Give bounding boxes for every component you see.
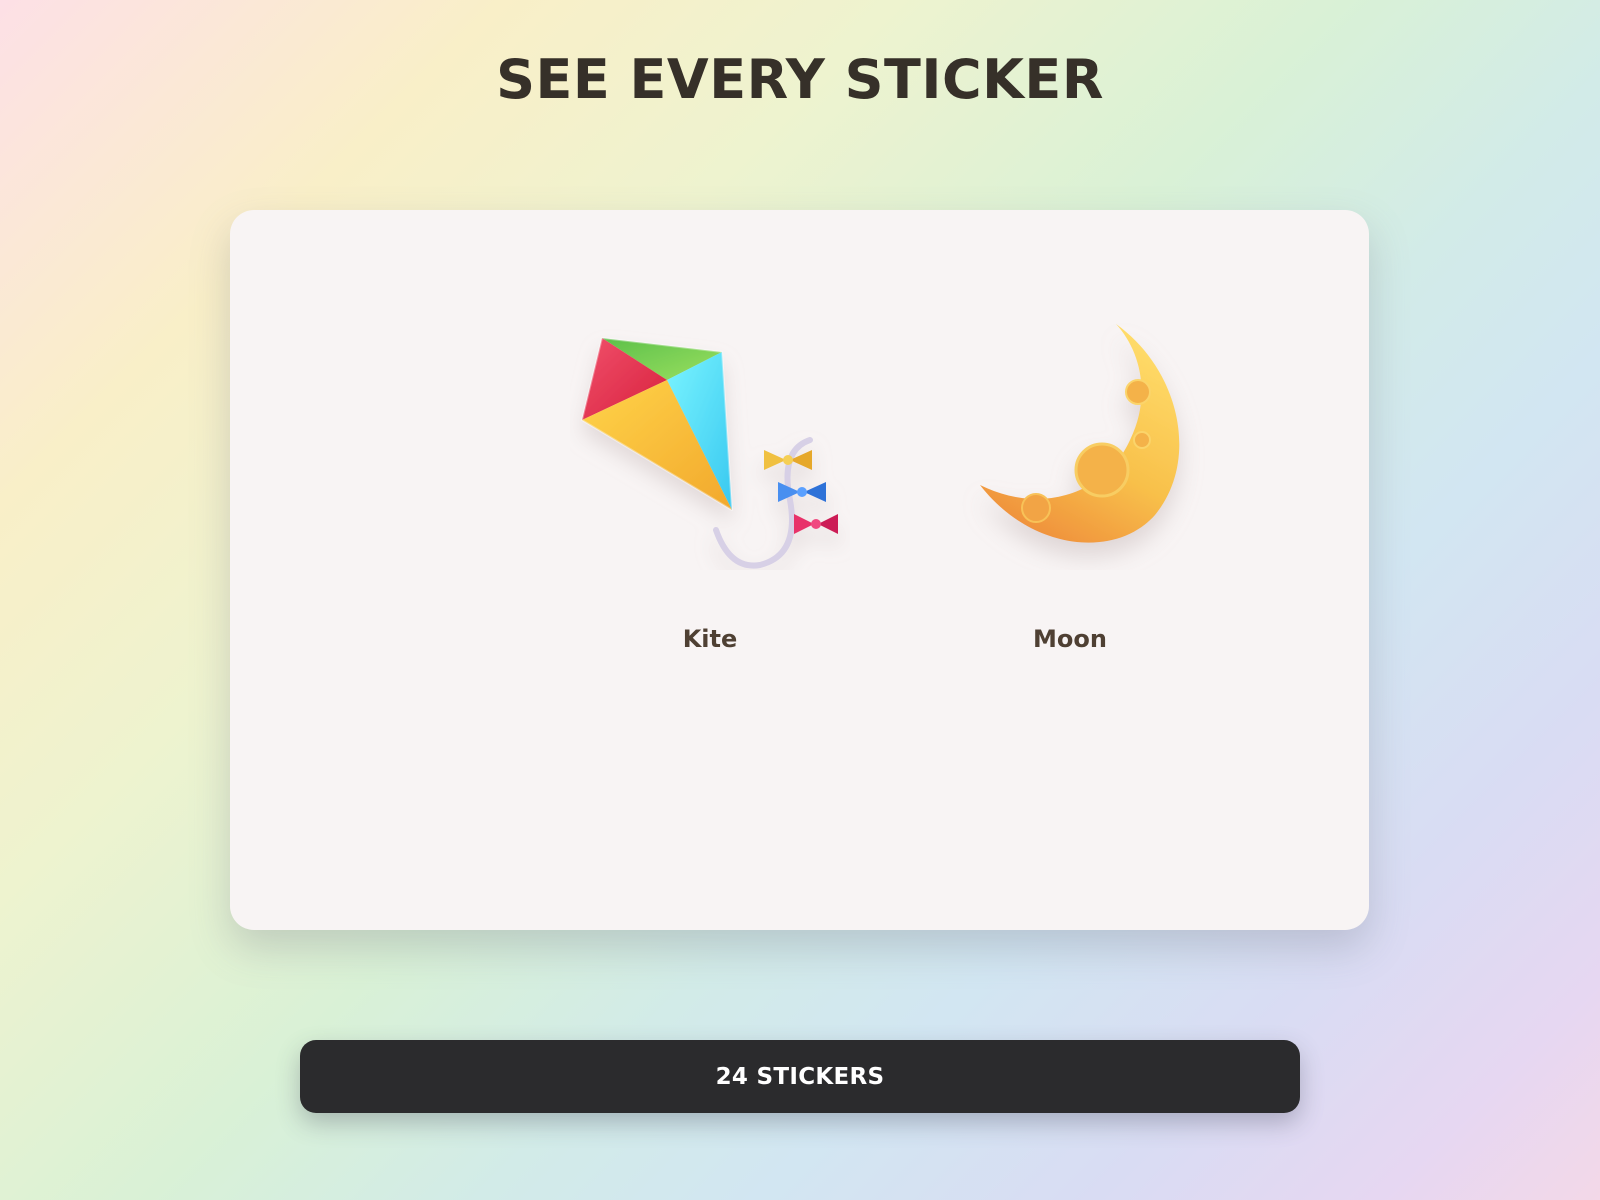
crescent-moon-icon	[980, 324, 1180, 543]
sticker-gallery-panel: Kite Moon	[230, 210, 1369, 930]
sticker-count-label: 24 STICKERS	[715, 1063, 885, 1090]
kite-icon	[581, 337, 838, 569]
sticker-label: Kite	[682, 625, 738, 653]
page-title: SEE EVERY STICKER	[496, 48, 1104, 111]
sticker-count-button[interactable]: 24 STICKERS	[300, 1040, 1300, 1113]
sticker-label: Moon	[1033, 625, 1107, 653]
sticker-item-moon[interactable]: Moon	[930, 310, 1210, 670]
sticker-item-kite[interactable]: Kite	[570, 310, 850, 670]
